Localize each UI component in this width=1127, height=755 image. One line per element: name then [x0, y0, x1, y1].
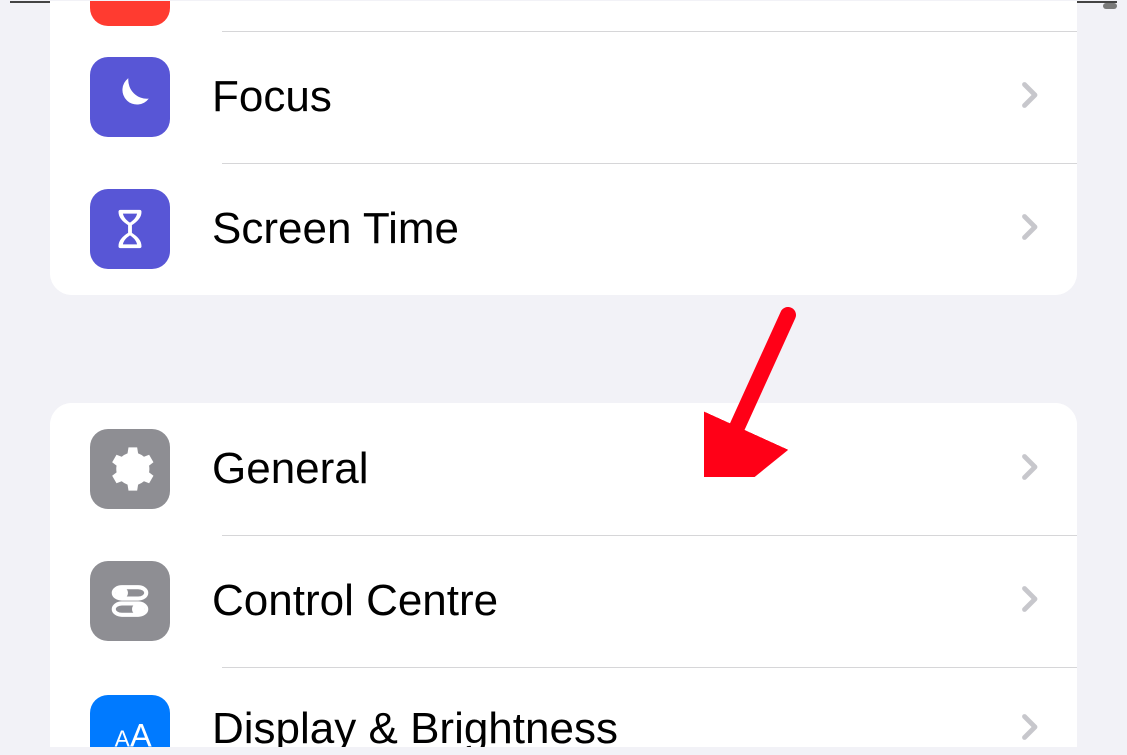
settings-group-system: General Control Centre A [50, 403, 1077, 747]
chevron-right-icon [1011, 709, 1047, 748]
settings-item-screen-time[interactable]: Screen Time [50, 163, 1077, 295]
settings-item-control-centre[interactable]: Control Centre [50, 535, 1077, 667]
textsize-icon: A A [90, 695, 170, 747]
settings-group-attention: Focus Screen Time [50, 1, 1077, 295]
chevron-right-icon [1011, 77, 1047, 118]
settings-item-label: General [212, 444, 1011, 494]
settings-item-focus[interactable]: Focus [50, 31, 1077, 163]
sounds-icon [90, 1, 170, 26]
svg-text:A: A [130, 717, 152, 747]
chevron-right-icon [1011, 209, 1047, 250]
moon-icon [90, 57, 170, 137]
settings-item-general[interactable]: General [50, 403, 1077, 535]
chevron-right-icon [1011, 449, 1047, 490]
settings-item-display-brightness[interactable]: A A Display & Brightness [50, 667, 1077, 747]
settings-item-label: Control Centre [212, 576, 1011, 626]
settings-item-label: Screen Time [212, 204, 1011, 254]
gear-icon [90, 429, 170, 509]
settings-viewport: Focus Screen Time General [10, 1, 1117, 755]
scrollbar[interactable] [1103, 3, 1117, 9]
settings-item-sounds-partial[interactable] [50, 1, 1077, 31]
settings-item-label: Focus [212, 72, 1011, 122]
hourglass-icon [90, 189, 170, 269]
group-gap [10, 295, 1117, 403]
chevron-right-icon [1011, 581, 1047, 622]
settings-item-label: Display & Brightness [212, 704, 1011, 747]
toggles-icon [90, 561, 170, 641]
svg-text:A: A [115, 725, 131, 747]
